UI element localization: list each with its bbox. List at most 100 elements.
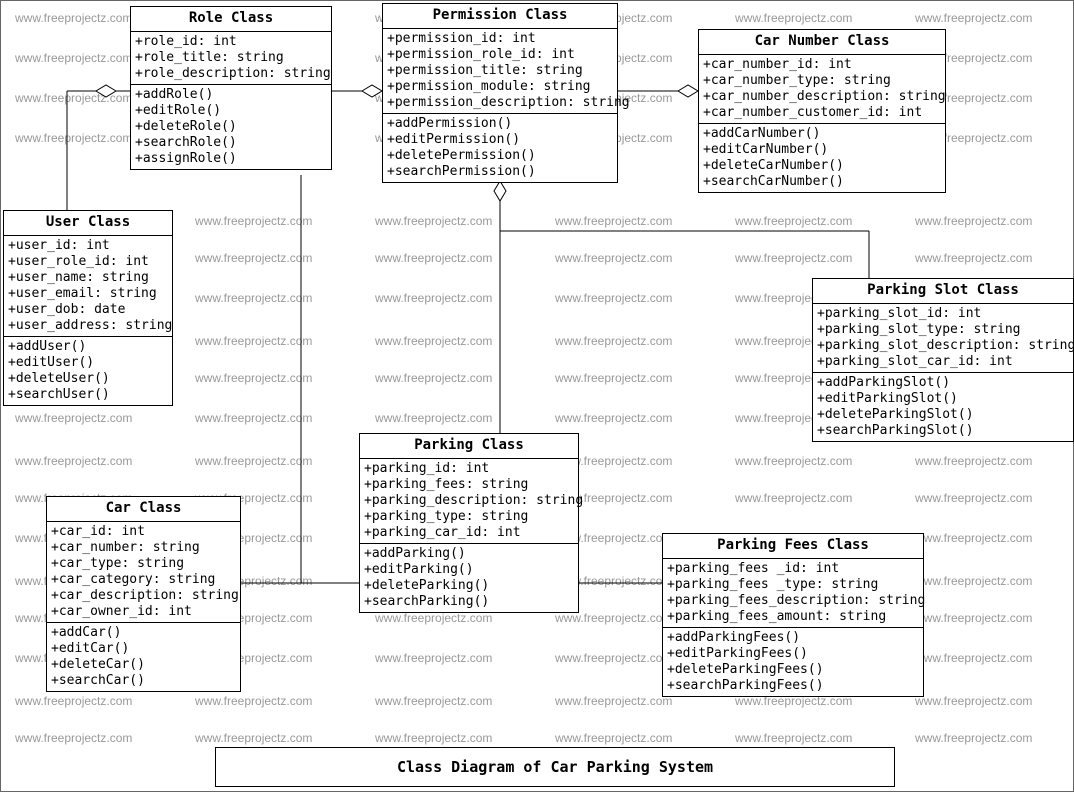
watermark-text: www.freeprojectz.com [915,251,1032,265]
watermark-text: www.freeprojectz.com [195,371,312,385]
class-operations: +addRole() +editRole() +deleteRole() +se… [131,84,331,169]
watermark-text: www.freeprojectz.com [735,731,852,745]
watermark-text: www.freeprojectz.com [375,411,492,425]
attr: +parking_car_id: int [364,525,574,541]
class-operations: +addPermission() +editPermission() +dele… [383,113,617,182]
op: +deleteParking() [364,578,574,594]
op: +searchParkingFees() [667,678,919,694]
class-title: Parking Slot Class [813,279,1073,304]
watermark-text: www.freeprojectz.com [15,694,132,708]
op: +editParkingFees() [667,646,919,662]
class-operations: +addParkingFees() +editParkingFees() +de… [663,627,923,696]
op: +editRole() [135,103,327,119]
attr: +car_id: int [51,524,236,540]
op: +addUser() [8,339,168,355]
op: +deletePermission() [387,148,613,164]
attr: +parking_fees_description: string [667,593,919,609]
class-attributes: +car_id: int +car_number: string +car_ty… [47,522,240,622]
watermark-text: www.freeprojectz.com [555,651,672,665]
diagram-canvas: Role Class +role_id: int +role_title: st… [0,0,1074,792]
watermark-text: www.freeprojectz.com [15,454,132,468]
watermark-text: www.freeprojectz.com [915,611,1032,625]
op: +assignRole() [135,151,327,167]
class-operations: +addParking() +editParking() +deletePark… [360,543,578,612]
watermark-text: www.freeprojectz.com [915,491,1032,505]
attr: +parking_description: string [364,493,574,509]
op: +searchParking() [364,594,574,610]
op: +searchUser() [8,387,168,403]
op: +addPermission() [387,116,613,132]
watermark-text: www.freeprojectz.com [375,291,492,305]
class-title: Role Class [131,7,331,32]
class-car-number: Car Number Class +car_number_id: int +ca… [698,29,946,193]
class-attributes: +role_id: int +role_title: string +role_… [131,32,331,84]
class-title: Permission Class [383,4,617,29]
watermark-text: www.freeprojectz.com [375,694,492,708]
attr: +parking_slot_id: int [817,306,1069,322]
class-attributes: +car_number_id: int +car_number_type: st… [699,55,945,123]
watermark-text: www.freeprojectz.com [195,694,312,708]
op: +addCar() [51,625,236,641]
op: +searchPermission() [387,164,613,180]
class-attributes: +permission_id: int +permission_role_id:… [383,29,617,113]
attr: +car_number_id: int [703,57,941,73]
attr: +parking_fees _type: string [667,577,919,593]
attr: +car_number: string [51,540,236,556]
attr: +parking_slot_type: string [817,322,1069,338]
diagram-title: Class Diagram of Car Parking System [215,747,895,787]
op: +deleteParkingFees() [667,662,919,678]
class-title: User Class [4,211,172,236]
watermark-text: www.freeprojectz.com [735,11,852,25]
class-operations: +addUser() +editUser() +deleteUser() +se… [4,336,172,405]
class-title: Car Class [47,497,240,522]
attr: +user_address: string [8,318,168,334]
class-attributes: +parking_id: int +parking_fees: string +… [360,459,578,543]
watermark-text: www.freeprojectz.com [915,531,1032,545]
class-attributes: +user_id: int +user_role_id: int +user_n… [4,236,172,336]
attr: +user_name: string [8,270,168,286]
attr: +role_id: int [135,34,327,50]
op: +deleteCarNumber() [703,158,941,174]
watermark-text: www.freeprojectz.com [375,371,492,385]
watermark-text: www.freeprojectz.com [15,11,132,25]
attr: +user_role_id: int [8,254,168,270]
watermark-text: www.freeprojectz.com [375,214,492,228]
watermark-text: www.freeprojectz.com [555,411,672,425]
attr: +car_number_customer_id: int [703,105,941,121]
op: +searchRole() [135,135,327,151]
attr: +permission_description: string [387,95,613,111]
watermark-text: www.freeprojectz.com [555,251,672,265]
attr: +car_number_type: string [703,73,941,89]
watermark-text: www.freeprojectz.com [195,731,312,745]
watermark-text: www.freeprojectz.com [915,454,1032,468]
watermark-text: www.freeprojectz.com [915,11,1032,25]
attr: +parking_id: int [364,461,574,477]
watermark-text: www.freeprojectz.com [555,334,672,348]
op: +deleteRole() [135,119,327,135]
op: +searchCarNumber() [703,174,941,190]
op: +addParkingSlot() [817,375,1069,391]
watermark-text: www.freeprojectz.com [375,611,492,625]
watermark-text: www.freeprojectz.com [735,214,852,228]
class-title: Parking Class [360,434,578,459]
op: +deleteCar() [51,657,236,673]
watermark-text: www.freeprojectz.com [375,334,492,348]
watermark-text: www.freeprojectz.com [915,214,1032,228]
op: +editPermission() [387,132,613,148]
watermark-text: www.freeprojectz.com [15,731,132,745]
watermark-text: www.freeprojectz.com [915,731,1032,745]
watermark-text: www.freeprojectz.com [735,454,852,468]
attr: +car_number_description: string [703,89,941,105]
class-title: Car Number Class [699,30,945,55]
attr: +role_title: string [135,50,327,66]
class-parking: Parking Class +parking_id: int +parking_… [359,433,579,613]
attr: +parking_fees: string [364,477,574,493]
op: +addRole() [135,87,327,103]
watermark-text: www.freeprojectz.com [195,291,312,305]
class-user: User Class +user_id: int +user_role_id: … [3,210,173,406]
op: +editParking() [364,562,574,578]
watermark-text: www.freeprojectz.com [735,251,852,265]
attr: +car_category: string [51,572,236,588]
watermark-text: www.freeprojectz.com [555,371,672,385]
op: +addParking() [364,546,574,562]
